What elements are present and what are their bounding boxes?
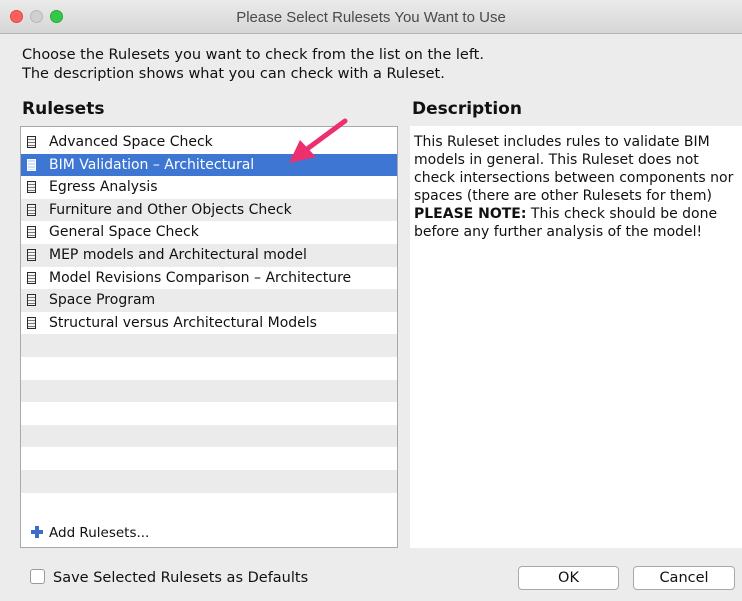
ruleset-item-label: Furniture and Other Objects Check [49, 201, 292, 218]
ruleset-item[interactable]: General Space Check [21, 221, 397, 244]
ruleset-book-icon [27, 271, 36, 284]
ruleset-book-icon [27, 136, 36, 148]
empty-list-row [21, 424, 397, 448]
empty-list-row [21, 334, 397, 357]
ruleset-item-label: Egress Analysis [49, 179, 158, 196]
empty-list-row [21, 357, 397, 380]
rulesets-list[interactable]: Advanced Space Check BIM Validation – Arc… [20, 126, 398, 548]
ruleset-item[interactable]: Structural versus Architectural Models [21, 312, 397, 335]
description-body: This Ruleset includes rules to validate … [414, 134, 734, 204]
save-defaults-label: Save Selected Rulesets as Defaults [53, 570, 309, 586]
empty-list-row [21, 447, 397, 470]
cancel-button[interactable]: Cancel [633, 566, 735, 590]
ruleset-item[interactable]: Advanced Space Check [21, 131, 397, 154]
window-title: Please Select Rulesets You Want to Use [236, 9, 506, 26]
title-bar: Please Select Rulesets You Want to Use [0, 0, 742, 34]
empty-list-row [21, 493, 397, 516]
ruleset-book-icon [27, 226, 36, 239]
ruleset-item-label: Advanced Space Check [49, 134, 213, 150]
ruleset-book-icon [27, 181, 36, 194]
ruleset-item[interactable]: Space Program [21, 289, 397, 312]
ok-button[interactable]: OK [518, 566, 619, 590]
intro-line-1: Choose the Rulesets you want to check fr… [22, 47, 484, 63]
ruleset-item-label: Model Revisions Comparison – Architectur… [49, 269, 352, 286]
rulesets-heading: Rulesets [22, 99, 105, 119]
ruleset-item-label: General Space Check [49, 224, 199, 241]
description-heading: Description [412, 99, 522, 119]
description-panel: This Ruleset includes rules to validate … [410, 126, 742, 548]
add-rulesets-label: Add Rulesets... [49, 525, 150, 541]
ruleset-book-icon [27, 294, 36, 307]
intro-text: Choose the Rulesets you want to check fr… [22, 46, 484, 84]
save-defaults-option[interactable]: Save Selected Rulesets as Defaults [30, 569, 308, 586]
ruleset-book-icon [27, 203, 36, 216]
description-text: This Ruleset includes rules to validate … [414, 133, 740, 241]
ruleset-item-label: Space Program [49, 292, 156, 309]
intro-line-2: The description shows what you can check… [22, 66, 445, 82]
ruleset-item[interactable]: MEP models and Architectural model [21, 244, 397, 267]
description-note-label: PLEASE NOTE: [414, 206, 527, 222]
ruleset-item-label: MEP models and Architectural model [49, 247, 307, 263]
ruleset-item[interactable]: Furniture and Other Objects Check [21, 198, 397, 222]
ruleset-book-icon [27, 249, 36, 261]
ruleset-item-label: BIM Validation – Architectural [49, 156, 255, 173]
ruleset-book-icon [27, 158, 36, 171]
ruleset-book-icon [27, 316, 36, 329]
ruleset-item[interactable]: BIM Validation – Architectural [21, 153, 397, 177]
ruleset-item-label: Structural versus Architectural Models [49, 314, 317, 331]
ruleset-item[interactable]: Egress Analysis [21, 176, 397, 199]
add-rulesets-button[interactable]: Add Rulesets... [31, 525, 149, 541]
empty-list-row [21, 470, 397, 493]
empty-list-row [21, 402, 397, 425]
ruleset-item[interactable]: Model Revisions Comparison – Architectur… [21, 267, 397, 290]
empty-list-row [21, 379, 397, 403]
save-defaults-checkbox[interactable] [30, 569, 45, 584]
plus-icon [31, 526, 43, 538]
